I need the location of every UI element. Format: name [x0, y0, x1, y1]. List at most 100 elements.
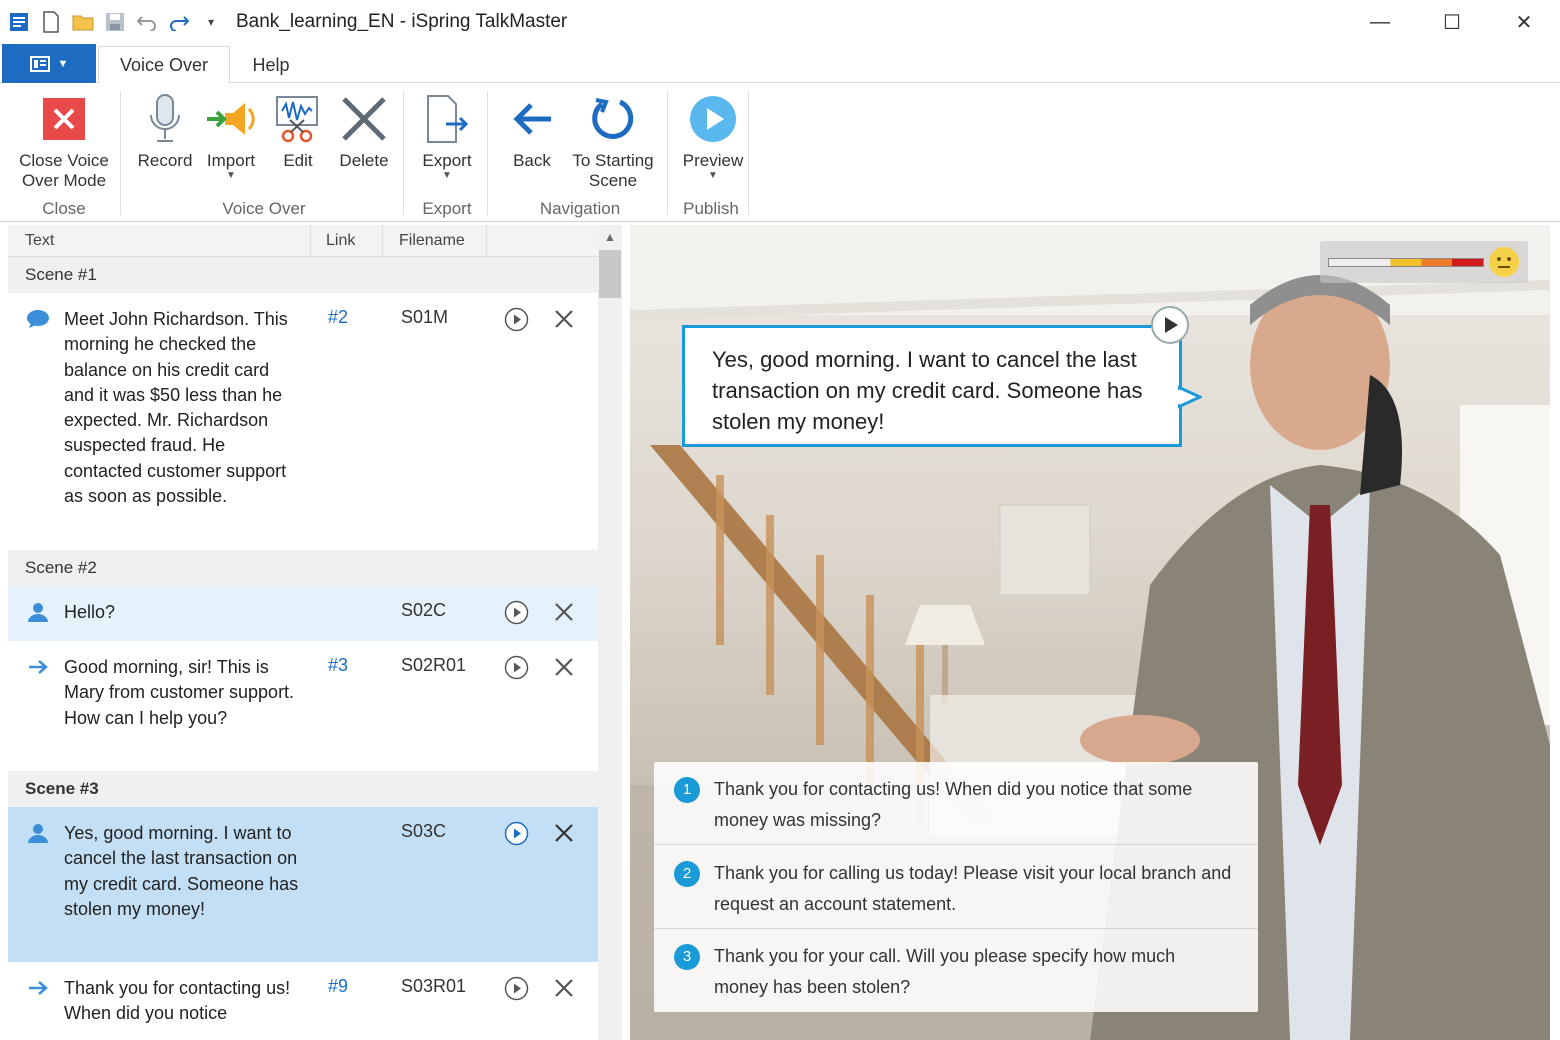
list-item[interactable]: Yes, good morning. I want to cancel the … — [8, 807, 598, 962]
app-icon[interactable] — [8, 11, 30, 33]
undo-icon[interactable] — [136, 11, 158, 33]
answer-option-1[interactable]: 1 Thank you for contacting us! When did … — [654, 762, 1258, 845]
play-icon[interactable] — [504, 307, 529, 332]
answer-option-3[interactable]: 3 Thank you for your call. Will you plea… — [654, 929, 1258, 1012]
edit-audio-icon — [272, 91, 324, 147]
row-filename: S02R01 — [401, 655, 467, 675]
reply-arrow-icon — [26, 978, 50, 998]
minimize-button[interactable]: — — [1344, 0, 1416, 44]
ribbon-separator — [487, 91, 488, 215]
save-icon[interactable] — [104, 11, 126, 33]
play-icon[interactable] — [504, 821, 529, 846]
person-icon — [26, 823, 50, 843]
import-audio-icon — [205, 91, 257, 147]
row-link[interactable]: #9 — [328, 976, 348, 997]
row-link[interactable]: #3 — [328, 655, 348, 676]
scrollbar[interactable] — [598, 225, 622, 1040]
ribbon-separator — [403, 91, 404, 215]
delete-icon[interactable] — [553, 308, 575, 330]
play-circle-icon — [687, 91, 739, 147]
answer-text: Thank you for your call. Will you please… — [714, 946, 1176, 997]
row-filename: S01M — [401, 307, 449, 327]
row-text: Good morning, sir! This is Mary from cus… — [64, 657, 295, 728]
tab-help[interactable]: Help — [236, 46, 306, 84]
menu-icon — [29, 55, 50, 72]
edit-button[interactable]: Edit — [268, 91, 328, 171]
quick-access-toolbar: ▾ — [0, 11, 222, 33]
row-filename: S02C — [401, 600, 447, 620]
answer-text: Thank you for contacting us! When did yo… — [714, 779, 1193, 830]
scroll-up-icon[interactable]: ▲ — [598, 225, 622, 249]
maximize-button[interactable]: ☐ — [1416, 0, 1488, 44]
customize-toolbar-icon[interactable]: ▾ — [200, 11, 222, 33]
export-button[interactable]: Export ▼ — [414, 91, 480, 181]
ribbon-separator — [120, 91, 121, 215]
close-voice-over-label: Close Voice Over Mode — [19, 151, 109, 190]
file-menu-button[interactable]: ▼ — [2, 44, 96, 83]
column-text[interactable]: Text — [25, 232, 54, 250]
answer-options: 1 Thank you for contacting us! When did … — [654, 762, 1258, 1012]
row-link[interactable]: #2 — [328, 307, 348, 328]
list-item[interactable]: Good morning, sir! This is Mary from cus… — [8, 641, 598, 771]
reply-arrow-icon — [26, 657, 50, 677]
ribbon-separator — [748, 91, 749, 215]
title-bar: ▾ Bank_learning_EN - iSpring TalkMaster … — [0, 0, 1560, 44]
play-icon[interactable] — [504, 976, 529, 1001]
delete-button[interactable]: Delete — [334, 91, 394, 171]
speech-text: Yes, good morning. I want to cancel the … — [712, 347, 1143, 434]
close-voice-over-button[interactable]: Close Voice Over Mode — [14, 91, 114, 191]
scene-header[interactable]: Scene #3 — [8, 771, 598, 807]
speech-bubble-icon — [26, 309, 50, 329]
scene-header[interactable]: Scene #2 — [8, 550, 598, 586]
dropdown-caret-icon: ▼ — [226, 170, 236, 181]
open-folder-icon[interactable] — [72, 11, 94, 33]
import-button[interactable]: Import ▼ — [200, 91, 262, 181]
restart-icon — [587, 91, 639, 147]
delete-icon[interactable] — [553, 977, 575, 999]
dropdown-caret-icon: ▼ — [708, 170, 718, 181]
play-icon[interactable] — [504, 600, 529, 625]
bubble-play-icon[interactable] — [1150, 305, 1190, 345]
list-item[interactable]: Hello? S02C — [8, 586, 598, 641]
answer-text: Thank you for calling us today! Please v… — [714, 863, 1232, 914]
speech-bubble: Yes, good morning. I want to cancel the … — [682, 325, 1182, 447]
list-item[interactable]: Meet John Richardson. This morning he ch… — [8, 293, 598, 550]
row-filename: S03C — [401, 821, 447, 841]
delete-icon[interactable] — [553, 822, 575, 844]
delete-x-icon — [338, 91, 390, 147]
delete-icon[interactable] — [553, 601, 575, 623]
row-text: Meet John Richardson. This morning he ch… — [64, 309, 288, 507]
microphone-icon — [139, 91, 191, 147]
new-file-icon[interactable] — [40, 11, 62, 33]
window-title: Bank_learning_EN - iSpring TalkMaster — [236, 11, 568, 32]
delete-icon[interactable] — [553, 656, 575, 678]
back-button[interactable]: Back — [500, 91, 564, 171]
answer-number: 1 — [674, 777, 700, 803]
preview-button[interactable]: Preview ▼ — [678, 91, 748, 181]
column-filename[interactable]: Filename — [399, 232, 465, 250]
delete-label: Delete — [339, 151, 389, 170]
export-label: Export — [422, 151, 472, 170]
mood-meter — [1320, 241, 1528, 283]
edit-label: Edit — [283, 151, 313, 170]
group-label-close: Close — [42, 199, 86, 218]
scrollbar-thumb[interactable] — [599, 250, 621, 298]
group-label-export: Export — [422, 199, 472, 218]
record-button[interactable]: Record — [134, 91, 196, 171]
group-label-voice-over: Voice Over — [222, 199, 306, 218]
ribbon: Close Voice Over Mode Close Record Impor… — [0, 83, 1560, 222]
list-item[interactable]: Thank you for contacting us! When did yo… — [8, 962, 598, 1040]
back-arrow-icon — [506, 91, 558, 147]
redo-icon[interactable] — [168, 11, 190, 33]
close-button[interactable]: ✕ — [1488, 0, 1560, 44]
scene-preview: Yes, good morning. I want to cancel the … — [630, 225, 1550, 1040]
answer-option-2[interactable]: 2 Thank you for calling us today! Please… — [654, 846, 1258, 929]
dropdown-caret-icon: ▼ — [442, 170, 452, 181]
play-icon[interactable] — [504, 655, 529, 680]
tab-voice-over[interactable]: Voice Over — [98, 46, 230, 84]
import-label: Import — [206, 151, 256, 170]
scene-header[interactable]: Scene #1 — [8, 257, 598, 293]
to-starting-scene-button[interactable]: To Starting Scene — [566, 91, 660, 191]
column-link[interactable]: Link — [326, 232, 355, 250]
row-filename: S03R01 — [401, 976, 467, 996]
